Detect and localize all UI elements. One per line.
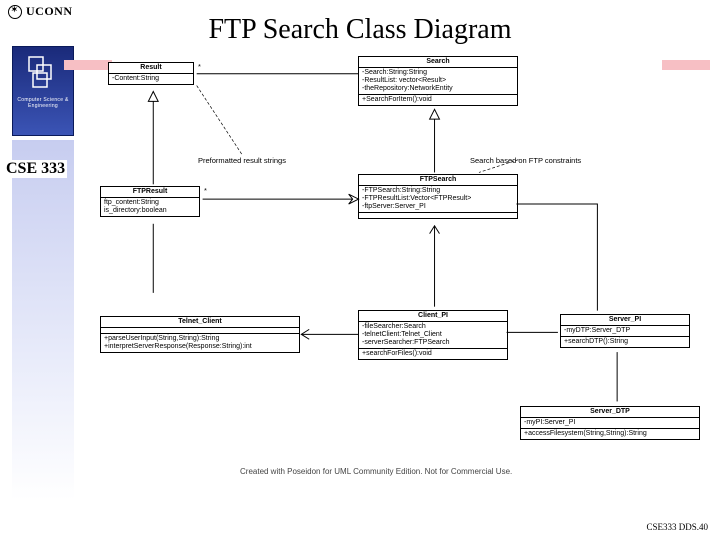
class-ftpresult: FTPResult ftp_content:String is_director… (100, 186, 200, 217)
uml-canvas: Result -Content:String * Search -Search:… (90, 56, 710, 510)
tool-watermark: Created with Poseidon for UML Community … (240, 467, 512, 476)
multiplicity-star: * (204, 186, 207, 195)
ops-empty (359, 212, 517, 218)
course-code: CSE 333 (4, 160, 67, 178)
cse-logo-icon (23, 51, 63, 91)
note-search: Search based on FTP constraints (470, 156, 581, 165)
ops: +searchForFiles():void (359, 348, 507, 359)
gradient-sidebar (12, 140, 74, 500)
class-telnet: Telnet_Client +parseUserInput(String,Str… (100, 316, 300, 353)
class-serverpi: Server_PI -myDTP:Server_DTP +searchDTP()… (560, 314, 690, 348)
ops: +SearchForItem():void (359, 94, 517, 105)
class-name: Result (109, 63, 193, 73)
class-result: Result -Content:String (108, 62, 194, 85)
multiplicity-star: * (198, 62, 201, 71)
class-clientpi: Client_PI -fileSearcher:Search -telnetCl… (358, 310, 508, 360)
attrs: -myDTP:Server_DTP (561, 325, 689, 336)
connector-lines (90, 56, 710, 510)
class-name: Client_PI (359, 311, 507, 321)
page-title: FTP Search Class Diagram (0, 14, 720, 46)
attrs: ftp_content:String is_directory:boolean (101, 197, 199, 216)
class-name: Server_PI (561, 315, 689, 325)
ops: +parseUserInput(String,String):String +i… (101, 333, 299, 352)
attrs: -myPI:Server_PI (521, 417, 699, 428)
class-ftpsearch: FTPSearch -FTPSearch:String:String -FTPR… (358, 174, 518, 219)
class-name: FTPSearch (359, 175, 517, 185)
class-search: Search -Search:String:String -ResultList… (358, 56, 518, 106)
class-serverdtp: Server_DTP -myPI:Server_PI +accessFilesy… (520, 406, 700, 440)
class-name: Search (359, 57, 517, 67)
dept-label: Computer Science & Engineering (13, 97, 73, 109)
class-name: FTPResult (101, 187, 199, 197)
slide-footer: CSE333 DDS.40 (646, 522, 708, 532)
attrs: -Search:String:String -ResultList: vecto… (359, 67, 517, 94)
class-name: Server_DTP (521, 407, 699, 417)
attrs: -FTPSearch:String:String -FTPResultList:… (359, 185, 517, 212)
ops: +accessFilesystem(String,String):String (521, 428, 699, 439)
note-result: Preformatted result strings (198, 156, 286, 165)
attrs: -fileSearcher:Search -telnetClient:Telne… (359, 321, 507, 348)
class-name: Telnet_Client (101, 317, 299, 327)
attr: -Content:String (109, 73, 193, 84)
ops: +searchDTP():String (561, 336, 689, 347)
